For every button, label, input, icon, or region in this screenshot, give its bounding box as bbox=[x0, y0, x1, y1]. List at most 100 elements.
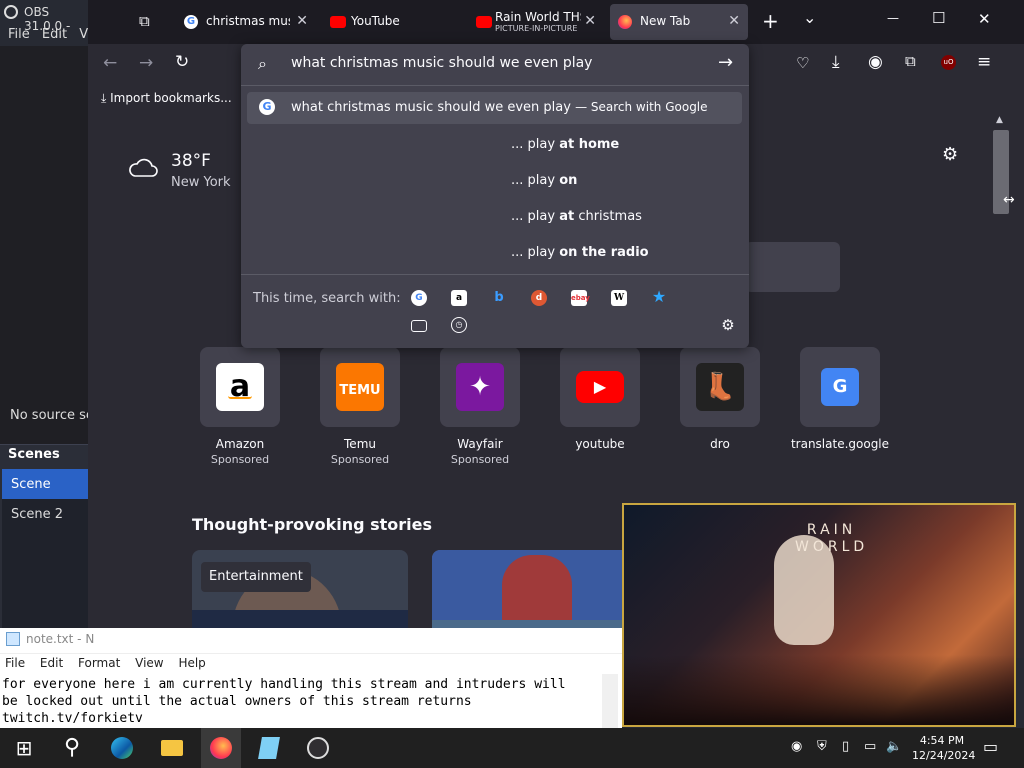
url-input[interactable]: what christmas music should we even play bbox=[291, 55, 592, 71]
shortcut-name: Amazon bbox=[215, 437, 265, 451]
divider bbox=[241, 274, 749, 275]
tab-youtube[interactable]: YouTube bbox=[322, 4, 462, 40]
suggestion-text: what christmas music should we even play… bbox=[291, 100, 708, 115]
tabs-search-icon[interactable] bbox=[411, 320, 427, 332]
obs-menu-file[interactable]: File bbox=[8, 27, 30, 42]
google-engine-icon[interactable]: G bbox=[411, 290, 427, 306]
system-clock[interactable]: 4:54 PM 12/24/2024 bbox=[912, 733, 975, 763]
search-settings-gear-icon[interactable]: ⚙ bbox=[720, 317, 736, 333]
notepad-title: note.txt - N bbox=[26, 632, 95, 646]
scroll-up-icon[interactable]: ▲ bbox=[996, 115, 1003, 125]
pocket-icon[interactable]: ♡ bbox=[796, 54, 809, 72]
cloud-icon bbox=[129, 158, 158, 177]
youtube-icon bbox=[476, 16, 492, 28]
search-suggestion[interactable]: ... play at home bbox=[511, 137, 619, 152]
download-icon[interactable]: ⤓ bbox=[832, 52, 840, 72]
account-icon[interactable]: ◉ bbox=[868, 52, 883, 72]
obs-menu-edit[interactable]: Edit bbox=[42, 27, 67, 42]
defender-icon[interactable]: ⛨ bbox=[817, 739, 827, 754]
volume-icon[interactable]: 🔈 bbox=[886, 739, 902, 754]
search-suggestion[interactable]: ... play on the radio bbox=[511, 245, 649, 260]
search-icon[interactable]: ⚲ bbox=[57, 733, 87, 763]
scene-item[interactable]: Scene bbox=[2, 469, 88, 499]
notepad-menu-format[interactable]: Format bbox=[78, 656, 120, 670]
menu-icon[interactable]: ≡ bbox=[977, 52, 991, 72]
notepad-text-area[interactable]: for everyone here i am currently handlin… bbox=[2, 676, 602, 727]
notepad-icon[interactable] bbox=[254, 733, 284, 763]
close-tab-icon[interactable]: ✕ bbox=[584, 13, 596, 29]
notepad-icon bbox=[6, 632, 20, 646]
close-tab-icon[interactable]: ✕ bbox=[296, 13, 308, 29]
new-tab-button[interactable]: + bbox=[762, 9, 779, 33]
boot-icon: 👢 bbox=[696, 363, 744, 411]
tab-christmas-music[interactable]: G christmas music ✕ bbox=[176, 4, 316, 40]
obs-menu-view[interactable]: V bbox=[79, 27, 88, 42]
amazon-icon: a bbox=[216, 363, 264, 411]
tab-new-tab[interactable]: New Tab ✕ bbox=[610, 4, 748, 40]
import-icon: ⤓ bbox=[101, 91, 111, 105]
firefox-icon[interactable] bbox=[206, 733, 236, 763]
weather-city: New York bbox=[171, 175, 231, 190]
sponsored-label: Sponsored bbox=[330, 453, 390, 466]
list-all-tabs-button[interactable]: ⌄ bbox=[803, 8, 816, 27]
notepad-menu-file[interactable]: File bbox=[5, 656, 25, 670]
network-icon[interactable]: ▭ bbox=[864, 739, 876, 754]
extensions-icon[interactable]: ⧉ bbox=[905, 52, 916, 70]
notepad-menu-view[interactable]: View bbox=[135, 656, 163, 670]
tab-title: Rain World THS bbox=[495, 10, 581, 24]
clock-time: 4:54 PM bbox=[919, 734, 965, 747]
forward-arrow-icon[interactable]: → bbox=[139, 53, 153, 73]
maximize-button[interactable]: ☐ bbox=[932, 9, 945, 27]
file-explorer-icon[interactable] bbox=[157, 733, 187, 763]
notepad-menu-edit[interactable]: Edit bbox=[40, 656, 63, 670]
google-translate-icon: G bbox=[821, 368, 859, 406]
close-window-button[interactable]: ✕ bbox=[978, 10, 991, 28]
youtube-icon: ▶ bbox=[576, 371, 624, 403]
scene-item[interactable]: Scene 2 bbox=[2, 499, 88, 529]
history-clock-icon[interactable]: ◷ bbox=[451, 317, 467, 333]
notepad-menu-help[interactable]: Help bbox=[178, 656, 205, 670]
ebay-engine-icon[interactable]: ebay bbox=[571, 290, 590, 306]
divider bbox=[241, 85, 749, 86]
bing-engine-icon[interactable]: b bbox=[491, 290, 507, 306]
story-category-tag: Entertainment bbox=[201, 562, 311, 592]
duckduckgo-engine-icon[interactable]: d bbox=[531, 290, 547, 306]
reload-icon[interactable]: ↻ bbox=[175, 52, 189, 72]
bookmark-star-icon[interactable]: ★ bbox=[651, 289, 667, 305]
tab-title: New Tab bbox=[640, 14, 691, 28]
shortcut-name: Temu bbox=[344, 437, 376, 451]
edge-icon[interactable] bbox=[107, 733, 137, 763]
gear-icon[interactable]: ⚙ bbox=[942, 144, 958, 165]
obs-scene-list: Scene Scene 2 bbox=[2, 469, 88, 649]
tab-title: YouTube bbox=[351, 14, 400, 28]
search-suggestion[interactable]: ... play at christmas bbox=[511, 209, 642, 224]
oneoff-search-label: This time, search with: bbox=[253, 291, 401, 306]
import-bookmarks-button[interactable]: ⤓ Import bookmarks... bbox=[101, 91, 232, 106]
firefox-icon bbox=[618, 15, 632, 29]
shortcut-name: translate.google bbox=[790, 437, 890, 451]
close-tab-icon[interactable]: ✕ bbox=[728, 13, 740, 29]
wikipedia-engine-icon[interactable]: W bbox=[611, 290, 627, 306]
minimize-button[interactable]: — bbox=[887, 11, 899, 25]
stories-heading: Thought-provoking stories bbox=[192, 515, 433, 534]
notifications-icon[interactable]: ▭ bbox=[983, 737, 998, 756]
obs-icon[interactable] bbox=[303, 733, 333, 763]
tab-list-icon[interactable]: ⧉ bbox=[139, 12, 150, 30]
obs-no-source-text: No source se bbox=[10, 408, 94, 423]
battery-icon[interactable]: ▯ bbox=[842, 739, 849, 754]
notepad-scrollbar[interactable] bbox=[602, 674, 618, 728]
youtube-icon bbox=[330, 16, 346, 28]
go-arrow-icon[interactable]: → bbox=[718, 52, 733, 73]
record-indicator-icon[interactable]: ◉ bbox=[791, 739, 802, 754]
back-arrow-icon[interactable]: ← bbox=[103, 53, 117, 73]
amazon-engine-icon[interactable]: a bbox=[451, 290, 467, 306]
newtab-search-box[interactable] bbox=[745, 242, 840, 292]
search-icon: ⌕ bbox=[258, 54, 267, 73]
import-bookmarks-label: Import bookmarks... bbox=[110, 91, 232, 105]
windows-start-icon[interactable]: ⊞ bbox=[9, 733, 39, 763]
tab-rain-world[interactable]: Rain World THS PICTURE-IN-PICTURE ✕ bbox=[468, 4, 604, 40]
ublock-icon[interactable]: uO bbox=[941, 55, 956, 70]
obs-scenes-title: Scenes bbox=[8, 447, 60, 462]
shortcut-name: youtube bbox=[575, 437, 625, 451]
search-suggestion[interactable]: ... play on bbox=[511, 173, 577, 188]
